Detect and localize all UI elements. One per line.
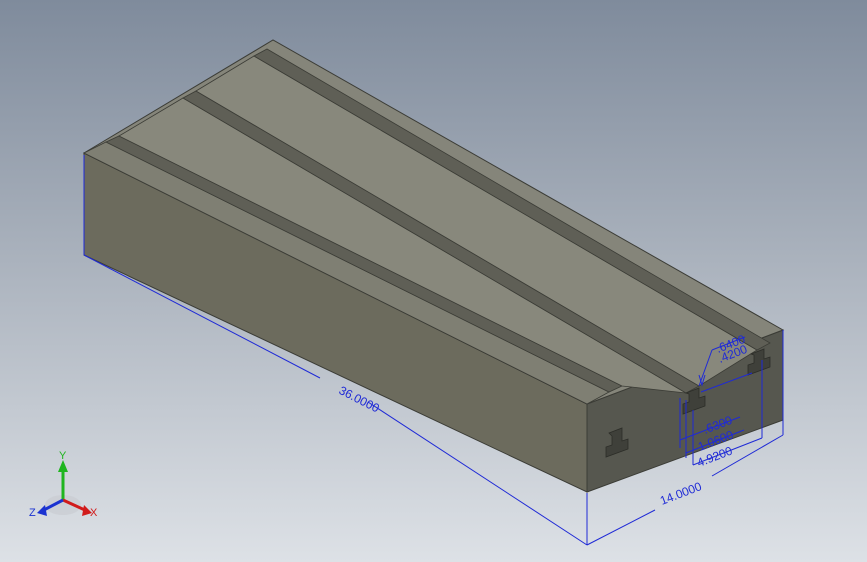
dim-width-label: 14.0000 [658,479,704,508]
t-slot-table-model[interactable] [82,39,785,493]
triad-y-label: Y [59,450,67,462]
reference-triad[interactable]: Y X Z [29,450,98,519]
triad-z-label: Z [29,507,36,519]
triad-x-label: X [90,507,98,519]
model-canvas[interactable]: 36.0000 14.0000 4.9200 1.0600 .6300 .640… [0,0,867,562]
graphics-viewport[interactable]: 36.0000 14.0000 4.9200 1.0600 .6300 .640… [0,0,867,562]
